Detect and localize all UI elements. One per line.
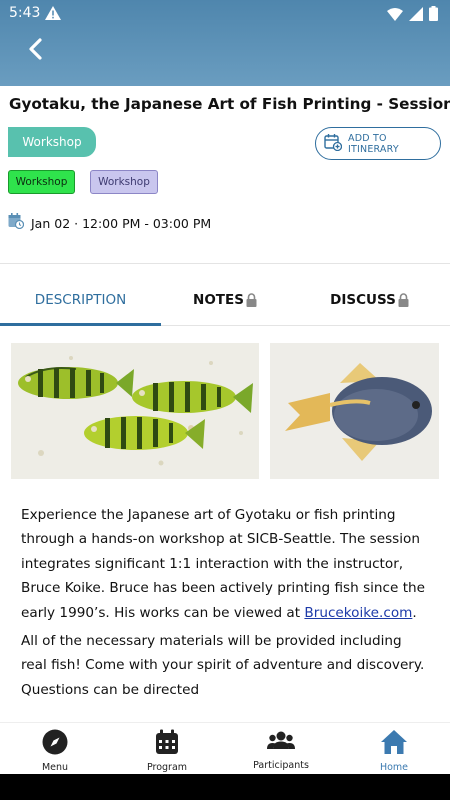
session-datetime: Jan 02 · 12:00 PM - 03:00 PM	[31, 215, 212, 231]
system-navigation-bar	[0, 774, 450, 800]
active-tab-indicator	[0, 323, 161, 326]
nav-home[interactable]: Home	[349, 729, 439, 773]
signal-icon	[409, 6, 423, 25]
tab-description-label: DESCRIPTION	[34, 292, 127, 308]
calendar-add-icon	[324, 133, 343, 154]
nav-participants[interactable]: Participants	[236, 729, 326, 771]
divider	[0, 263, 450, 264]
back-button[interactable]	[22, 36, 48, 62]
description-paragraph-1: Experience the Japanese art of Gyotaku o…	[21, 503, 431, 625]
nav-program[interactable]: Program	[122, 729, 212, 773]
status-bar: 5:43	[0, 0, 450, 28]
tab-discuss-label: DISCUSS	[330, 292, 396, 308]
tab-notes-label: NOTES	[193, 292, 244, 308]
description-paragraph-2: All of the necessary materials will be p…	[21, 633, 425, 698]
tag-workshop-green: Workshop	[8, 170, 75, 194]
nav-menu-label: Menu	[41, 762, 69, 773]
tab-description[interactable]: DESCRIPTION	[0, 275, 161, 325]
calendar-clock-icon	[8, 213, 25, 233]
nav-menu[interactable]: Menu	[10, 729, 100, 773]
nav-program-label: Program	[146, 762, 188, 773]
tab-notes[interactable]: NOTES	[161, 275, 289, 325]
status-time: 5:43	[9, 5, 41, 21]
tab-bar: DESCRIPTION NOTES DISCUSS	[0, 275, 450, 326]
bruce-koike-link[interactable]: Brucekoike.com	[304, 605, 412, 621]
gyotaku-perch-print-image	[11, 343, 259, 479]
nav-participants-label: Participants	[253, 760, 309, 771]
alert-icon	[45, 5, 61, 24]
calendar-icon	[155, 729, 179, 759]
home-icon	[380, 729, 408, 759]
nav-home-label: Home	[379, 762, 409, 773]
session-title: Gyotaku, the Japanese Art of Fish Printi…	[9, 95, 450, 113]
people-icon	[267, 729, 295, 757]
session-datetime-row: Jan 02 · 12:00 PM - 03:00 PM	[8, 213, 211, 233]
add-to-itinerary-button[interactable]: ADD TO ITINERARY	[315, 127, 441, 160]
app-header: 5:43	[0, 0, 450, 86]
lock-icon	[398, 293, 409, 307]
wifi-icon	[387, 6, 403, 25]
add-to-itinerary-label: ADD TO ITINERARY	[348, 132, 399, 155]
session-type-pill: Workshop	[8, 127, 96, 157]
description-text-suffix: .	[412, 604, 417, 621]
battery-icon	[429, 6, 438, 25]
chevron-left-icon	[29, 38, 42, 60]
lock-icon	[246, 293, 257, 307]
tag-workshop-purple: Workshop	[90, 170, 158, 194]
gyotaku-pompano-print-image	[270, 343, 439, 479]
session-description: Experience the Japanese art of Gyotaku o…	[21, 503, 431, 706]
bottom-navigation: Menu Program Participants Home	[0, 722, 450, 774]
tab-discuss[interactable]: DISCUSS	[289, 275, 450, 325]
compass-icon	[42, 729, 68, 759]
description-text: Experience the Japanese art of Gyotaku o…	[21, 507, 426, 621]
status-icons	[387, 6, 438, 25]
